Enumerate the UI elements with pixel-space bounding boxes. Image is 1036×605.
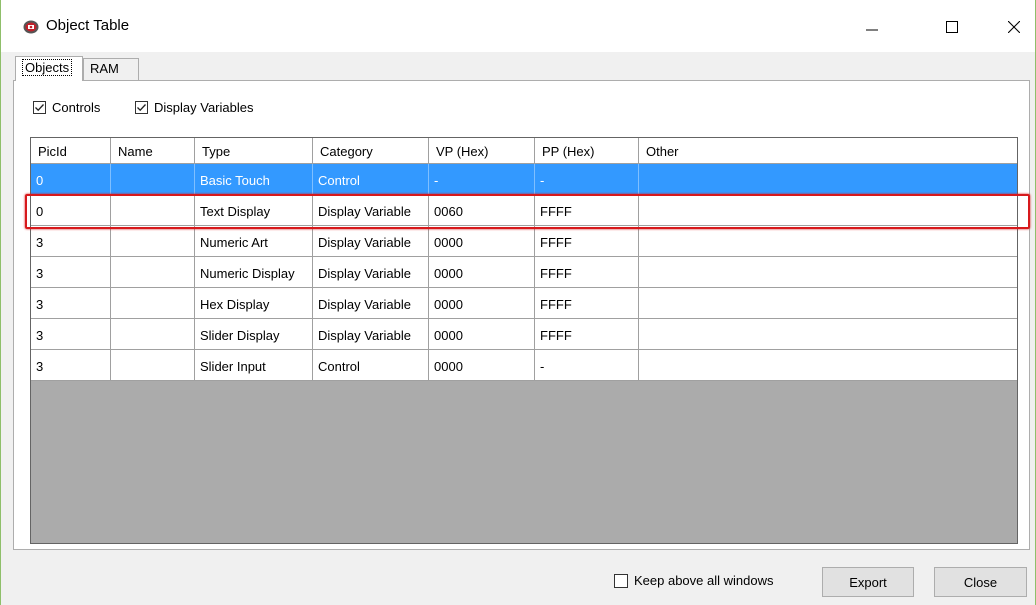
cell-picid: 3 [31, 288, 111, 318]
cell-picid: 3 [31, 319, 111, 349]
display-variables-filter[interactable]: Display Variables [135, 100, 253, 115]
cell-other [639, 319, 1018, 349]
tab-ram[interactable]: RAM [83, 58, 139, 80]
tab-objects-label: Objects [22, 59, 72, 76]
export-button[interactable]: Export [822, 567, 914, 597]
cell-category: Display Variable [313, 257, 429, 287]
cell-name [111, 226, 195, 256]
cell-pp-hex: FFFF [535, 195, 639, 225]
table-row[interactable]: 3 Numeric Art Display Variable 0000 FFFF [31, 226, 1017, 257]
cell-type: Slider Display [195, 319, 313, 349]
maximize-icon [946, 21, 958, 33]
column-header-other[interactable]: Other [639, 138, 1018, 164]
cell-pp-hex: FFFF [535, 319, 639, 349]
cell-category: Control [313, 350, 429, 380]
cell-picid: 3 [31, 350, 111, 380]
close-icon [1008, 21, 1020, 33]
cell-vp-hex: 0000 [429, 350, 535, 380]
cell-type: Text Display [195, 195, 313, 225]
grid-header: PicId Name Type Category VP (Hex) PP (He… [31, 138, 1017, 164]
checkmark-icon [34, 102, 45, 113]
cell-vp-hex: 0000 [429, 319, 535, 349]
cell-category: Control [313, 164, 429, 194]
objects-panel: Controls Display Variables PicId Name Ty… [13, 80, 1030, 550]
controls-label: Controls [52, 100, 100, 115]
cell-type: Numeric Display [195, 257, 313, 287]
cell-pp-hex: - [535, 350, 639, 380]
cell-pp-hex: FFFF [535, 257, 639, 287]
cell-type: Numeric Art [195, 226, 313, 256]
table-row[interactable]: 0 Basic Touch Control - - [31, 164, 1017, 195]
table-row[interactable]: 3 Slider Display Display Variable 0000 F… [31, 319, 1017, 350]
keep-above-option[interactable]: Keep above all windows [614, 573, 773, 588]
cell-category: Display Variable [313, 195, 429, 225]
object-table-window: Object Table Objects RAM Controls Displa… [0, 0, 1036, 605]
cell-picid: 0 [31, 164, 111, 194]
cell-other [639, 195, 1018, 225]
cell-category: Display Variable [313, 319, 429, 349]
column-header-type[interactable]: Type [195, 138, 313, 164]
controls-checkbox[interactable] [33, 101, 46, 114]
cell-vp-hex: 0000 [429, 288, 535, 318]
title-bar[interactable]: Object Table [1, 0, 1035, 52]
close-window-button[interactable] [991, 8, 1036, 46]
cell-name [111, 164, 195, 194]
cell-vp-hex: - [429, 164, 535, 194]
table-row[interactable]: 3 Numeric Display Display Variable 0000 … [31, 257, 1017, 288]
cell-other [639, 288, 1018, 318]
tab-ram-label: RAM [90, 61, 119, 76]
cell-vp-hex: 0000 [429, 226, 535, 256]
object-grid[interactable]: PicId Name Type Category VP (Hex) PP (He… [30, 137, 1018, 544]
cell-vp-hex: 0000 [429, 257, 535, 287]
cell-other [639, 350, 1018, 380]
app-record-icon [23, 20, 39, 34]
column-header-pp-hex[interactable]: PP (Hex) [535, 138, 639, 164]
minimize-icon [866, 21, 878, 33]
cell-pp-hex: FFFF [535, 288, 639, 318]
column-header-vp-hex[interactable]: VP (Hex) [429, 138, 535, 164]
cell-picid: 3 [31, 257, 111, 287]
table-row[interactable]: 3 Slider Input Control 0000 - [31, 350, 1017, 381]
cell-pp-hex: - [535, 164, 639, 194]
cell-other [639, 226, 1018, 256]
cell-name [111, 319, 195, 349]
cell-vp-hex: 0060 [429, 195, 535, 225]
cell-name [111, 288, 195, 318]
cell-type: Slider Input [195, 350, 313, 380]
window-title: Object Table [46, 17, 129, 34]
cell-pp-hex: FFFF [535, 226, 639, 256]
cell-name [111, 257, 195, 287]
cell-type: Hex Display [195, 288, 313, 318]
cell-other [639, 257, 1018, 287]
cell-name [111, 195, 195, 225]
minimize-button[interactable] [849, 8, 895, 46]
maximize-button[interactable] [929, 8, 975, 46]
cell-category: Display Variable [313, 226, 429, 256]
table-row[interactable]: 0 Text Display Display Variable 0060 FFF… [31, 195, 1017, 226]
cell-picid: 0 [31, 195, 111, 225]
column-header-name[interactable]: Name [111, 138, 195, 164]
column-header-picid[interactable]: PicId [31, 138, 111, 164]
tab-objects[interactable]: Objects [15, 56, 83, 81]
keep-above-label: Keep above all windows [634, 573, 773, 588]
controls-filter[interactable]: Controls [33, 100, 100, 115]
cell-type: Basic Touch [195, 164, 313, 194]
keep-above-checkbox[interactable] [614, 574, 628, 588]
column-header-category[interactable]: Category [313, 138, 429, 164]
checkmark-icon [136, 102, 147, 113]
cell-picid: 3 [31, 226, 111, 256]
table-row[interactable]: 3 Hex Display Display Variable 0000 FFFF [31, 288, 1017, 319]
close-button[interactable]: Close [934, 567, 1027, 597]
cell-category: Display Variable [313, 288, 429, 318]
display-variables-checkbox[interactable] [135, 101, 148, 114]
cell-other [639, 164, 1018, 194]
display-variables-label: Display Variables [154, 100, 253, 115]
cell-name [111, 350, 195, 380]
